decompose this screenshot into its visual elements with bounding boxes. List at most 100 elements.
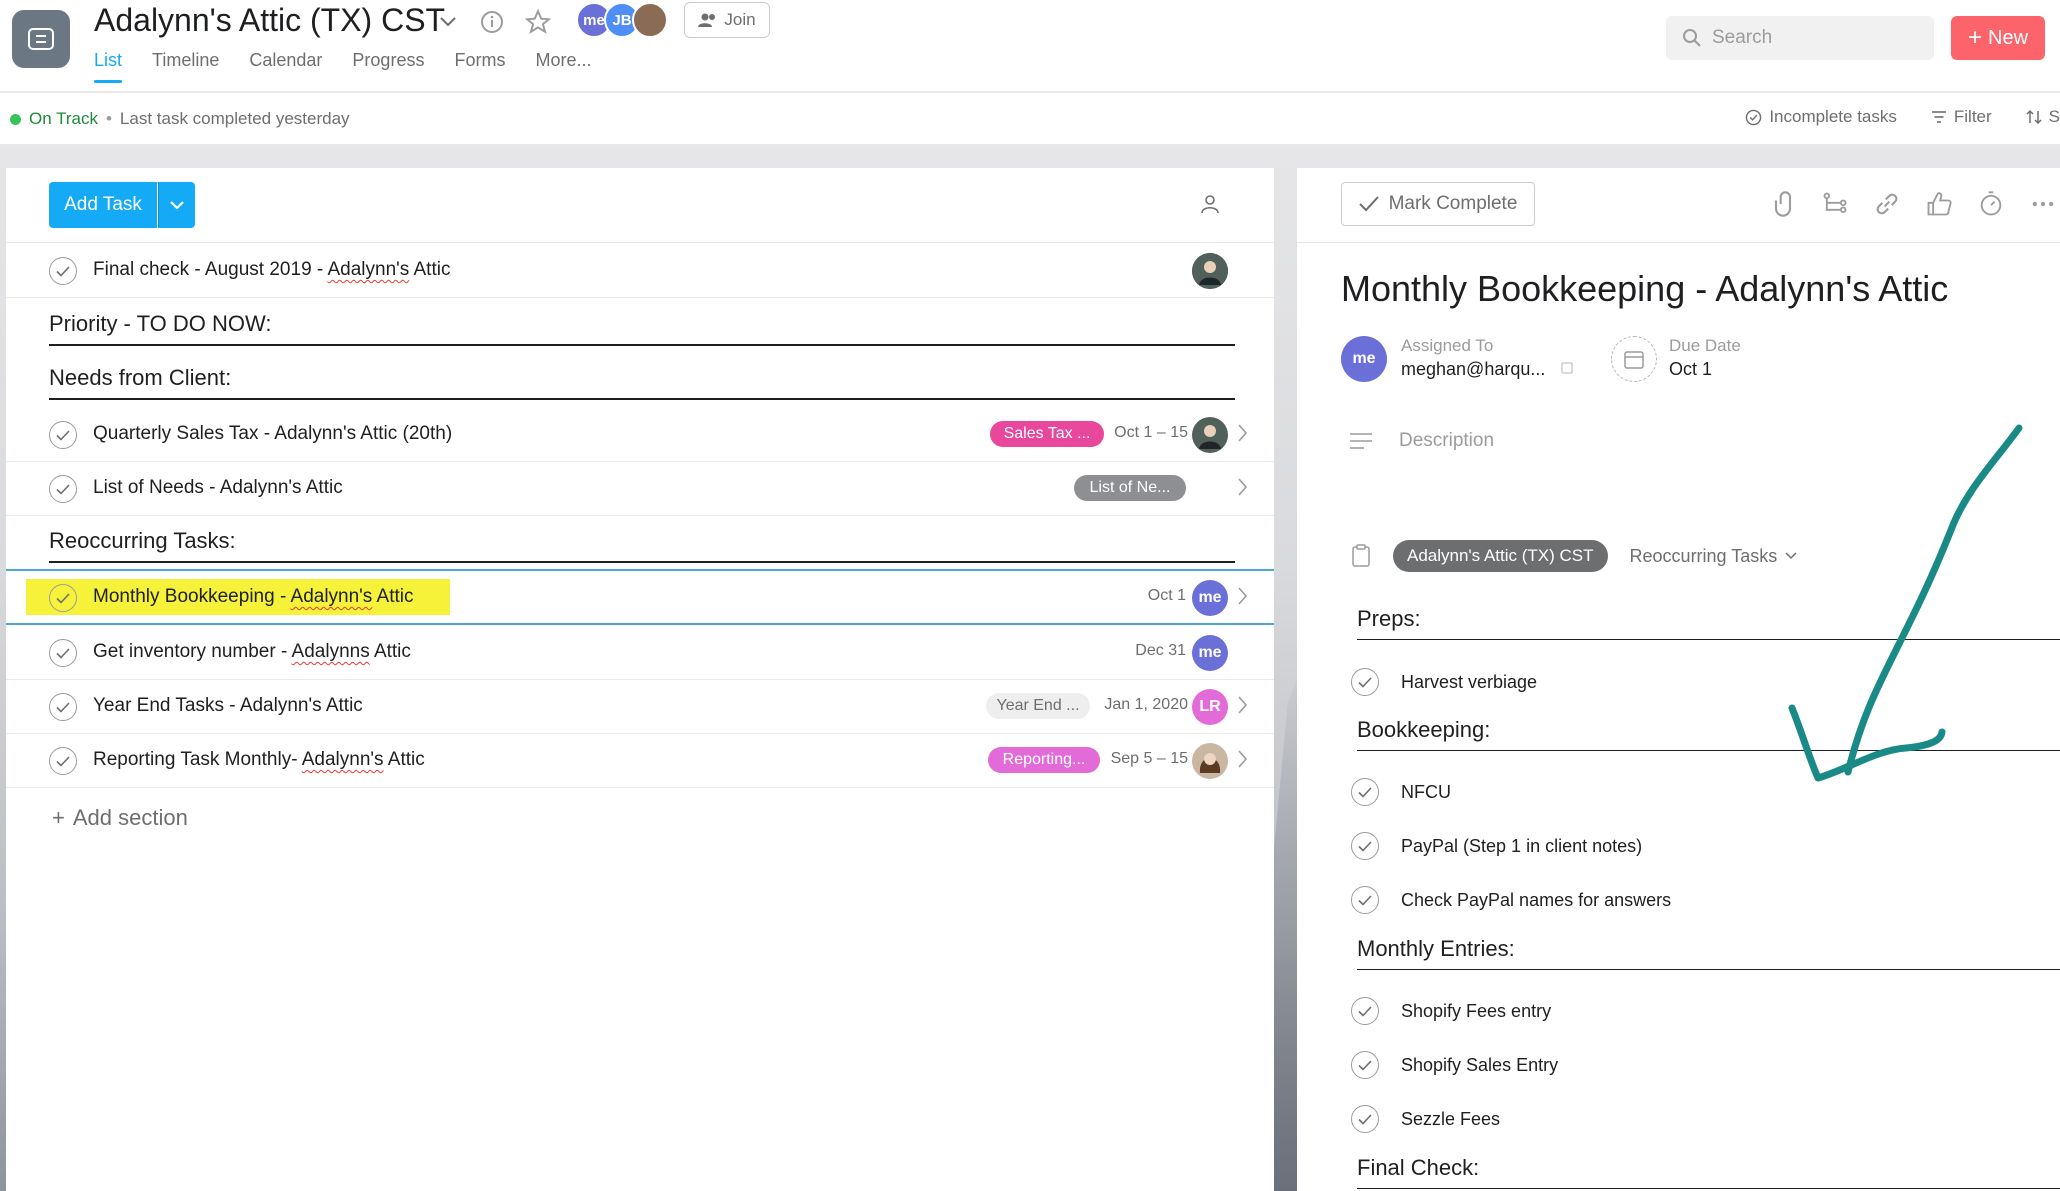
tab-progress[interactable]: Progress: [352, 50, 424, 83]
complete-checkbox[interactable]: [1351, 997, 1379, 1025]
tab-list[interactable]: List: [94, 50, 123, 83]
tag-badge[interactable]: Year End ...: [986, 693, 1090, 719]
assignee-field[interactable]: me Assigned To meghan@harqu...: [1341, 336, 1574, 382]
task-row[interactable]: Final check - August 2019 - Adalynn's At…: [6, 244, 1274, 298]
tab-calendar[interactable]: Calendar: [249, 50, 322, 83]
join-button[interactable]: Join: [684, 2, 770, 38]
complete-checkbox[interactable]: [1351, 886, 1379, 914]
complete-checkbox[interactable]: [1351, 668, 1379, 696]
complete-checkbox[interactable]: [49, 421, 77, 449]
project-title[interactable]: Adalynn's Attic (TX) CST: [94, 2, 445, 39]
avatar[interactable]: [632, 2, 668, 38]
project-pill[interactable]: Adalynn's Attic (TX) CST: [1393, 540, 1608, 572]
chevron-right-icon[interactable]: [1238, 750, 1248, 773]
avatar[interactable]: [1192, 417, 1228, 453]
complete-checkbox[interactable]: [49, 584, 77, 612]
complete-checkbox[interactable]: [49, 639, 77, 667]
task-title[interactable]: Monthly Bookkeeping - Adalynn's Attic: [1341, 268, 1948, 310]
task-name[interactable]: Monthly Bookkeeping - Adalynn's Attic: [93, 586, 414, 608]
complete-checkbox[interactable]: [1351, 1105, 1379, 1133]
check-circle-icon: [1746, 109, 1762, 125]
complete-checkbox[interactable]: [1351, 1051, 1379, 1079]
description-field[interactable]: Description: [1349, 430, 1494, 452]
section-header[interactable]: Priority - TO DO NOW:: [49, 306, 1235, 346]
avatar[interactable]: [1192, 743, 1228, 779]
task-row[interactable]: List of Needs - Adalynn's Attic List of …: [6, 462, 1274, 516]
complete-checkbox[interactable]: [49, 747, 77, 775]
task-row[interactable]: Reporting Task Monthly- Adalynn's Attic …: [6, 734, 1274, 788]
link-icon[interactable]: [1873, 190, 1901, 218]
task-row[interactable]: Get inventory number - Adalynns Attic De…: [6, 626, 1274, 680]
task-row[interactable]: Quarterly Sales Tax - Adalynn's Attic (2…: [6, 408, 1274, 462]
task-row-selected[interactable]: Monthly Bookkeeping - Adalynn's Attic Oc…: [6, 569, 1274, 625]
task-name[interactable]: Final check - August 2019 - Adalynn's At…: [93, 259, 450, 281]
due-date[interactable]: Oct 1 – 15: [1110, 424, 1188, 442]
subtask-item[interactable]: Check PayPal names for answers: [1351, 880, 1671, 920]
due-date[interactable]: Dec 31: [1106, 642, 1186, 660]
tag-badge[interactable]: List of Ne...: [1074, 475, 1186, 501]
tab-timeline[interactable]: Timeline: [152, 50, 219, 83]
section-header[interactable]: Needs from Client:: [49, 360, 1235, 400]
project-list-icon[interactable]: [12, 10, 70, 68]
info-icon[interactable]: [478, 8, 506, 36]
subtask-item[interactable]: Shopify Fees entry: [1351, 991, 1551, 1031]
subtask-item[interactable]: Sezzle Fees: [1351, 1099, 1500, 1139]
like-icon[interactable]: [1925, 190, 1953, 218]
subtask-section-header[interactable]: Monthly Entries:: [1357, 930, 2060, 970]
tab-more[interactable]: More...: [535, 50, 591, 83]
task-name[interactable]: Year End Tasks - Adalynn's Attic: [93, 695, 363, 717]
star-icon[interactable]: [524, 8, 552, 36]
avatar[interactable]: [1192, 253, 1228, 289]
sort-icon: [2026, 109, 2042, 125]
attachment-icon[interactable]: [1769, 190, 1797, 218]
chevron-right-icon[interactable]: [1238, 587, 1248, 610]
new-button[interactable]: + New: [1951, 16, 2045, 60]
avatar[interactable]: me: [1192, 580, 1228, 616]
chevron-right-icon[interactable]: [1238, 696, 1248, 719]
chevron-down-icon[interactable]: [434, 8, 462, 36]
incomplete-tasks-toggle[interactable]: Incomplete tasks: [1745, 107, 1897, 127]
sort-button[interactable]: S: [2026, 107, 2060, 127]
subtask-section-header[interactable]: Final Check:: [1357, 1149, 2060, 1189]
search-icon: [1683, 29, 1701, 47]
add-task-dropdown[interactable]: [158, 182, 195, 228]
filter-button[interactable]: Filter: [1931, 107, 1992, 127]
mark-complete-button[interactable]: Mark Complete: [1341, 182, 1535, 226]
due-date-field[interactable]: Due Date Oct 1: [1611, 336, 1741, 382]
tag-badge[interactable]: Reporting...: [988, 747, 1100, 773]
complete-checkbox[interactable]: [49, 693, 77, 721]
avatar[interactable]: me: [1192, 635, 1228, 671]
avatar[interactable]: LR: [1192, 689, 1228, 725]
subtask-item[interactable]: NFCU: [1351, 772, 1451, 812]
subtask-item[interactable]: PayPal (Step 1 in client notes): [1351, 826, 1642, 866]
search-input[interactable]: Search: [1666, 16, 1934, 60]
due-date[interactable]: Oct 1: [1106, 587, 1186, 605]
chevron-right-icon[interactable]: [1238, 424, 1248, 447]
tab-forms[interactable]: Forms: [454, 50, 505, 83]
task-name[interactable]: Get inventory number - Adalynns Attic: [93, 641, 411, 663]
complete-checkbox[interactable]: [1351, 832, 1379, 860]
subtask-item[interactable]: Shopify Sales Entry: [1351, 1045, 1558, 1085]
task-name[interactable]: Quarterly Sales Tax - Adalynn's Attic (2…: [93, 423, 452, 445]
status-badge[interactable]: On Track: [29, 109, 98, 129]
task-row[interactable]: Year End Tasks - Adalynn's Attic Year En…: [6, 680, 1274, 734]
complete-checkbox[interactable]: [1351, 778, 1379, 806]
task-name[interactable]: List of Needs - Adalynn's Attic: [93, 477, 343, 499]
tag-badge[interactable]: Sales Tax ...: [990, 421, 1104, 447]
more-options-icon[interactable]: [2029, 190, 2057, 218]
task-name[interactable]: Reporting Task Monthly- Adalynn's Attic: [93, 749, 425, 771]
timer-icon[interactable]: [1977, 190, 2005, 218]
subtask-item[interactable]: Harvest verbiage: [1351, 662, 1537, 702]
subtask-icon[interactable]: [1821, 190, 1849, 218]
add-section-button[interactable]: + Add section: [52, 805, 188, 831]
due-date[interactable]: Sep 5 – 15: [1106, 750, 1188, 768]
chevron-right-icon[interactable]: [1238, 478, 1248, 501]
remove-assignee-icon[interactable]: [1560, 361, 1574, 375]
assignee-filter-icon[interactable]: [1200, 194, 1220, 219]
complete-checkbox[interactable]: [49, 475, 77, 503]
complete-checkbox[interactable]: [49, 257, 77, 285]
add-task-button[interactable]: Add Task: [49, 182, 157, 228]
project-members[interactable]: me JB: [576, 2, 668, 38]
section-header[interactable]: Reoccurring Tasks:: [49, 523, 1235, 563]
due-date[interactable]: Jan 1, 2020: [1096, 696, 1188, 714]
